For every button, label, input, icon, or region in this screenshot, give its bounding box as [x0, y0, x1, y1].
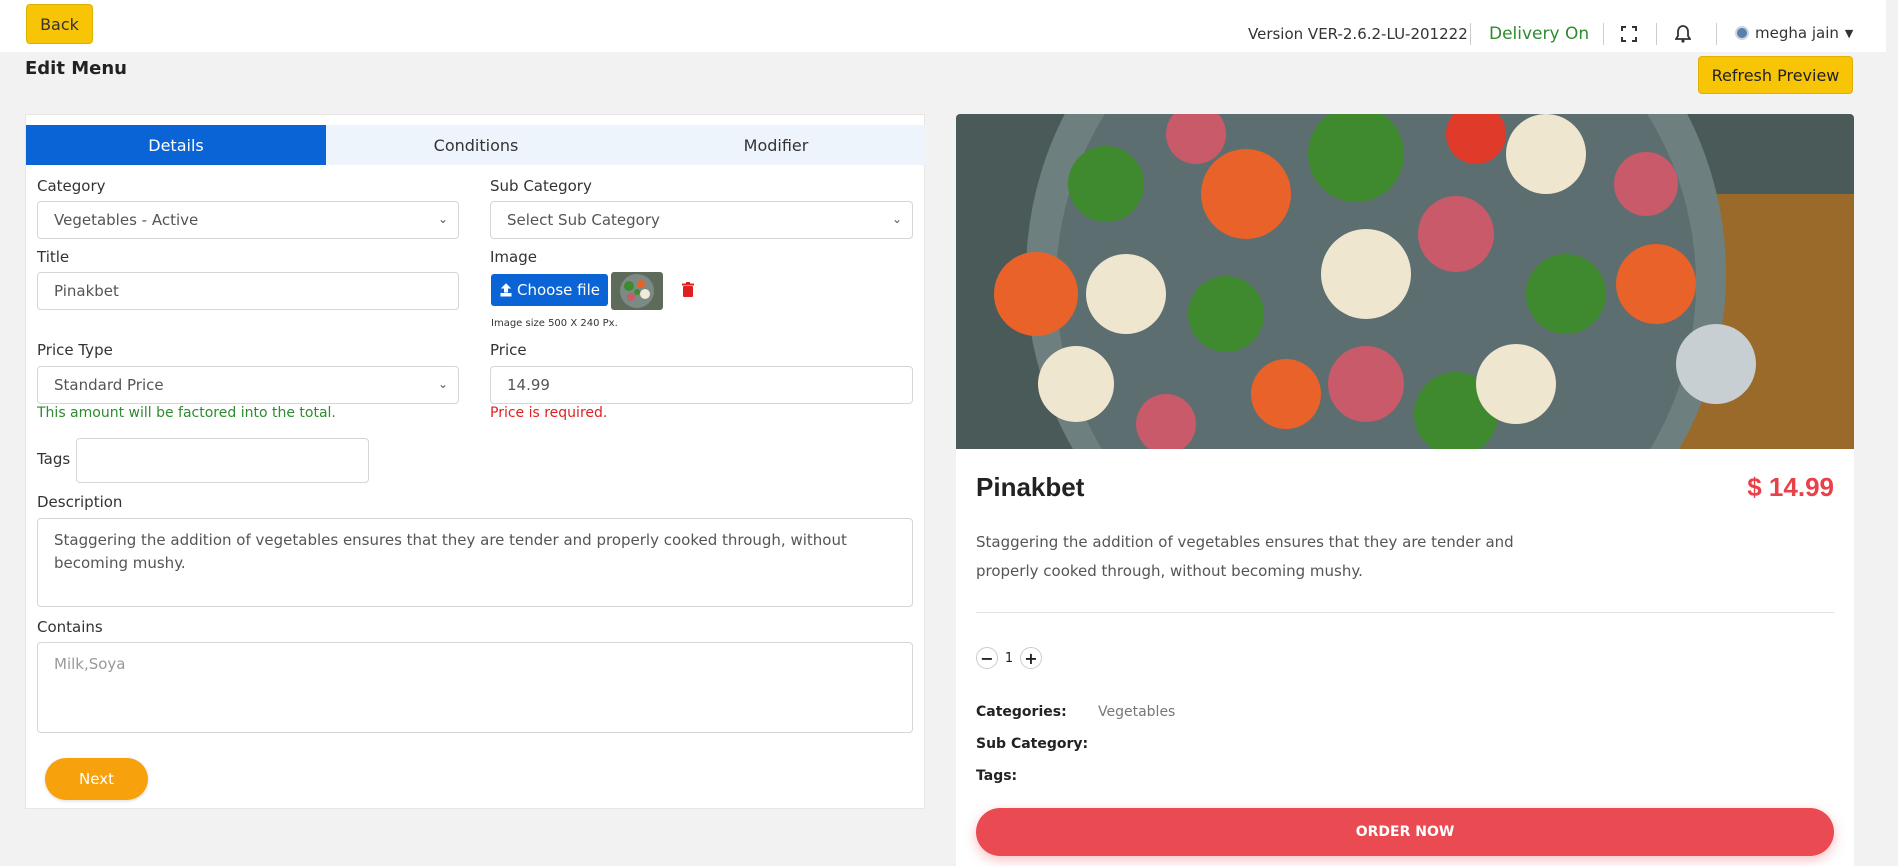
edit-form-card: Details Conditions Modifier Category Veg…	[25, 114, 926, 809]
upload-icon	[500, 283, 512, 297]
image-thumbnail	[611, 272, 663, 310]
quantity-stepper: − 1 +	[976, 647, 1042, 669]
price-label: Price	[490, 341, 527, 359]
minus-icon[interactable]: −	[976, 647, 998, 669]
price-type-select[interactable]: Standard Price ⌄	[37, 366, 459, 404]
plus-icon[interactable]: +	[1020, 647, 1042, 669]
product-price: $ 14.99	[1747, 472, 1834, 502]
delivery-status[interactable]: Delivery On	[1489, 24, 1589, 44]
title-input[interactable]: Pinakbet	[37, 272, 459, 310]
subcategory-meta-label: Sub Category:	[976, 736, 1089, 752]
quantity-value: 1	[1004, 650, 1014, 666]
divider	[1603, 23, 1604, 45]
price-value: 14.99	[507, 376, 550, 394]
price-type-label: Price Type	[37, 341, 113, 359]
tab-details[interactable]: Details	[26, 125, 326, 165]
top-bar: Back Version VER-2.6.2-LU-201222 Deliver…	[0, 0, 1886, 52]
subcategory-value: Select Sub Category	[507, 211, 660, 229]
category-label: Category	[37, 177, 106, 195]
preview-card: Pinakbet $ 14.99 Staggering the addition…	[956, 114, 1854, 866]
image-label: Image	[490, 248, 537, 266]
tab-conditions[interactable]: Conditions	[326, 125, 626, 165]
product-name: Pinakbet	[976, 472, 1085, 502]
user-menu[interactable]: megha jain ▼	[1735, 24, 1853, 42]
title-label: Title	[37, 248, 70, 266]
chevron-down-icon: ⌄	[891, 212, 902, 226]
tags-meta-label: Tags:	[976, 768, 1018, 784]
divider	[1716, 23, 1717, 45]
back-button[interactable]: Back	[26, 4, 93, 44]
divider	[1470, 23, 1471, 45]
image-size-hint: Image size 500 X 240 Px.	[491, 318, 618, 329]
refresh-preview-button[interactable]: Refresh Preview	[1698, 56, 1853, 94]
scrollbar[interactable]	[1886, 0, 1898, 866]
tags-input[interactable]	[76, 438, 369, 483]
order-now-button[interactable]: ORDER NOW	[976, 808, 1834, 856]
trash-icon[interactable]	[681, 282, 695, 298]
bell-icon[interactable]	[1673, 24, 1693, 44]
divider	[976, 612, 1834, 613]
chevron-down-icon: ⌄	[437, 377, 448, 391]
form-tabs: Details Conditions Modifier	[26, 125, 926, 165]
subcategory-select[interactable]: Select Sub Category ⌄	[490, 201, 913, 239]
tags-label: Tags	[37, 450, 71, 468]
choose-file-button[interactable]: Choose file	[491, 274, 608, 306]
description-textarea[interactable]: Staggering the addition of vegetables en…	[37, 518, 913, 607]
fullscreen-icon[interactable]	[1619, 24, 1639, 44]
divider	[1656, 23, 1657, 45]
price-input[interactable]: 14.99	[490, 366, 913, 404]
title-value: Pinakbet	[54, 282, 119, 300]
price-type-hint: This amount will be factored into the to…	[37, 405, 336, 421]
user-avatar-icon	[1735, 26, 1749, 40]
next-button[interactable]: Next	[45, 758, 148, 800]
product-description: Staggering the addition of vegetables en…	[976, 533, 1514, 580]
subcategory-label: Sub Category	[490, 177, 592, 195]
description-label: Description	[37, 493, 123, 511]
user-name: megha jain	[1755, 24, 1839, 42]
price-error: Price is required.	[490, 405, 608, 421]
category-select[interactable]: Vegetables - Active ⌄	[37, 201, 459, 239]
tab-modifier[interactable]: Modifier	[626, 125, 926, 165]
contains-label: Contains	[37, 618, 103, 636]
chevron-down-icon: ▼	[1844, 26, 1854, 40]
category-value: Vegetables - Active	[54, 211, 199, 229]
categories-label: Categories:	[976, 704, 1067, 720]
product-image	[956, 114, 1854, 449]
contains-textarea[interactable]: Milk,Soya	[37, 642, 913, 733]
chevron-down-icon: ⌄	[437, 212, 448, 226]
categories-value: Vegetables	[1098, 704, 1176, 720]
price-type-value: Standard Price	[54, 376, 164, 394]
version-label: Version VER-2.6.2-LU-201222	[1248, 25, 1468, 43]
page-title: Edit Menu	[25, 58, 127, 79]
choose-file-label: Choose file	[517, 281, 600, 299]
